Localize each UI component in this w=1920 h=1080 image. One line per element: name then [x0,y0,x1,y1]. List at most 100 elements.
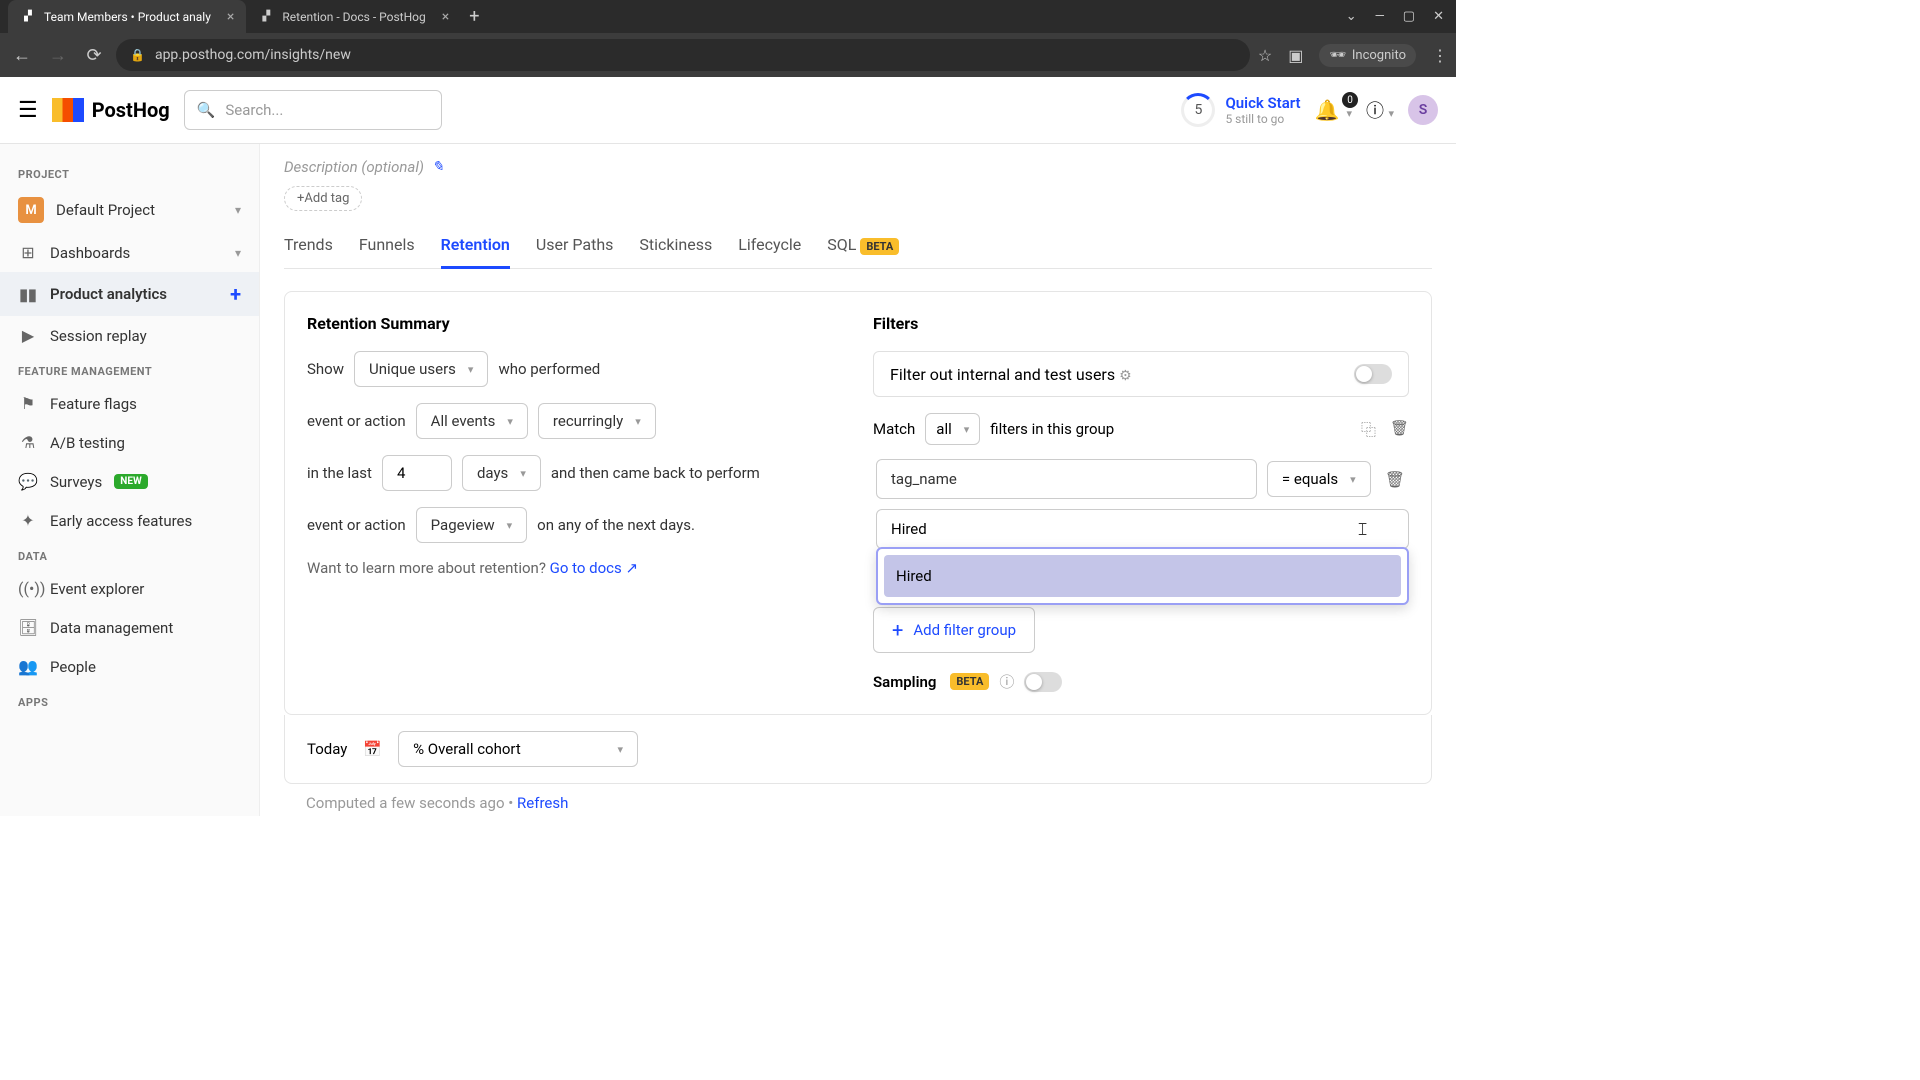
chevron-down-icon: ▾ [507,415,513,428]
analytics-icon: ▮▮ [18,285,38,304]
reload-button[interactable]: ⟳ [80,45,108,66]
tab-user-paths[interactable]: User Paths [536,235,614,268]
cohort-dropdown[interactable]: % Overall cohort▾ [398,731,638,767]
new-badge: NEW [114,474,147,489]
sidebar-section-feature: FEATURE MANAGEMENT [0,355,259,384]
tab-favicon-icon: ▞ [20,9,36,25]
sparkle-icon: ✦ [18,511,38,530]
tab-sql[interactable]: SQLBETA [827,235,899,268]
replay-icon: ▶ [18,326,38,345]
add-insight-button[interactable]: + [230,282,241,306]
incognito-icon: 🕶 [1329,48,1346,63]
search-input[interactable]: 🔍 Search... [184,90,442,130]
flag-icon: ⚑ [18,394,38,413]
add-tag-button[interactable]: +Add tag [284,186,362,211]
progress-circle-icon: 5 [1181,93,1215,127]
chevron-down-icon: ▾ [235,246,241,260]
gear-icon[interactable]: ⚙ [1119,368,1132,384]
unique-users-dropdown[interactable]: Unique users▾ [354,351,488,387]
sidebar-item-ab-testing[interactable]: ⚗ A/B testing [0,423,259,462]
chat-icon: 💬 [18,472,38,491]
chevron-down-icon: ▾ [1388,107,1394,120]
address-bar[interactable]: 🔒 app.posthog.com/insights/new [116,39,1250,71]
days-dropdown[interactable]: days▾ [462,455,541,491]
hamburger-menu-icon[interactable]: ☰ [18,98,38,123]
sidebar-item-data-management[interactable]: 🗄 Data management [0,608,259,647]
browser-tab-active[interactable]: ▞ Team Members • Product analy × [8,0,246,33]
tab-lifecycle[interactable]: Lifecycle [738,235,801,268]
tab-retention[interactable]: Retention [441,235,510,268]
filter-value-input[interactable] [876,509,1409,549]
refresh-link[interactable]: Refresh [517,794,568,812]
tab-funnels[interactable]: Funnels [359,235,415,268]
sidebar-item-session-replay[interactable]: ▶ Session replay [0,316,259,355]
count-input[interactable] [382,455,452,491]
minimize-dropdown-icon[interactable]: ⌄ [1346,9,1357,24]
copy-filter-icon[interactable]: ⿻ [1361,419,1376,440]
notification-count: 0 [1342,92,1358,108]
sidebar-item-event-explorer[interactable]: ((•)) Event explorer [0,569,259,608]
beta-badge: BETA [860,238,899,255]
sidebar-item-product-analytics[interactable]: ▮▮ Product analytics + [0,272,259,316]
add-filter-group-button[interactable]: + Add filter group [873,607,1035,653]
tab-trends[interactable]: Trends [284,235,333,268]
info-icon[interactable]: ⓘ [999,671,1014,692]
insight-tabs: Trends Funnels Retention User Paths Stic… [284,235,1432,269]
maximize-icon[interactable]: ▢ [1403,9,1415,24]
tab-stickiness[interactable]: Stickiness [639,235,712,268]
quick-start-button[interactable]: 5 Quick Start 5 still to go [1181,93,1300,127]
logo[interactable]: PostHog [52,98,170,122]
sidebar-item-people[interactable]: 👥 People [0,647,259,686]
main-content: Description (optional) ✎ +Add tag Trends… [260,144,1456,816]
delete-filter-icon[interactable]: 🗑 [1381,470,1409,489]
close-tab-icon[interactable]: × [227,9,234,25]
sidebar-section-apps: APPS [0,686,259,715]
edit-description-icon[interactable]: ✎ [432,159,444,175]
all-events-dropdown[interactable]: All events▾ [416,403,528,439]
notifications-button[interactable]: 🔔 0 ▾ [1315,98,1352,122]
tab-title: Team Members • Product analy [44,10,211,24]
equals-dropdown[interactable]: = equals▾ [1267,461,1371,497]
user-avatar[interactable]: S [1408,95,1438,125]
sampling-toggle[interactable] [1024,672,1062,692]
back-button[interactable]: ← [8,45,36,66]
help-button[interactable]: ⓘ ▾ [1366,97,1394,123]
calendar-icon[interactable]: 📅 [363,740,382,758]
database-icon: 🗄 [18,618,38,637]
delete-group-icon[interactable]: 🗑 [1390,419,1409,440]
close-tab-icon[interactable]: × [442,9,449,25]
browser-tab[interactable]: ▞ Retention - Docs - PostHog × [246,0,461,33]
extension-icon[interactable]: ▣ [1288,46,1303,65]
sidebar-item-dashboards[interactable]: ⊞ Dashboards ▾ [0,233,259,272]
pageview-dropdown[interactable]: Pageview▾ [416,507,528,543]
docs-link[interactable]: Go to docs ↗ [550,559,638,577]
autocomplete-dropdown: Hired [876,547,1409,605]
sidebar-item-surveys[interactable]: 💬 Surveys NEW [0,462,259,501]
close-window-icon[interactable]: ✕ [1433,9,1444,24]
internal-users-toggle[interactable] [1354,364,1392,384]
project-avatar: M [18,197,44,223]
minimize-icon[interactable]: — [1375,9,1385,24]
search-icon: 🔍 [197,101,216,119]
sidebar-project-selector[interactable]: M Default Project ▾ [0,187,259,233]
new-tab-button[interactable]: + [469,6,479,27]
bookmark-icon[interactable]: ☆ [1258,46,1272,65]
chevron-down-icon: ▾ [468,363,474,376]
chevron-down-icon: ▾ [507,519,513,532]
sidebar-item-early-access[interactable]: ✦ Early access features [0,501,259,540]
text-cursor-icon: 𝙸 [1356,519,1369,540]
description-placeholder[interactable]: Description (optional) [284,158,424,176]
sidebar-item-feature-flags[interactable]: ⚑ Feature flags [0,384,259,423]
property-select[interactable]: tag_name [876,459,1257,499]
learn-more-text: Want to learn more about retention? Go t… [307,559,843,577]
tab-title: Retention - Docs - PostHog [282,10,425,24]
sidebar: PROJECT M Default Project ▾ ⊞ Dashboards… [0,144,260,816]
match-all-dropdown[interactable]: all▾ [925,413,980,445]
recurringly-dropdown[interactable]: recurringly▾ [538,403,656,439]
plus-icon: + [892,618,903,642]
autocomplete-option[interactable]: Hired [884,555,1401,597]
people-icon: 👥 [18,657,38,676]
chevron-down-icon: ▾ [618,743,624,756]
flask-icon: ⚗ [18,433,38,452]
menu-icon[interactable]: ⋮ [1432,46,1448,65]
